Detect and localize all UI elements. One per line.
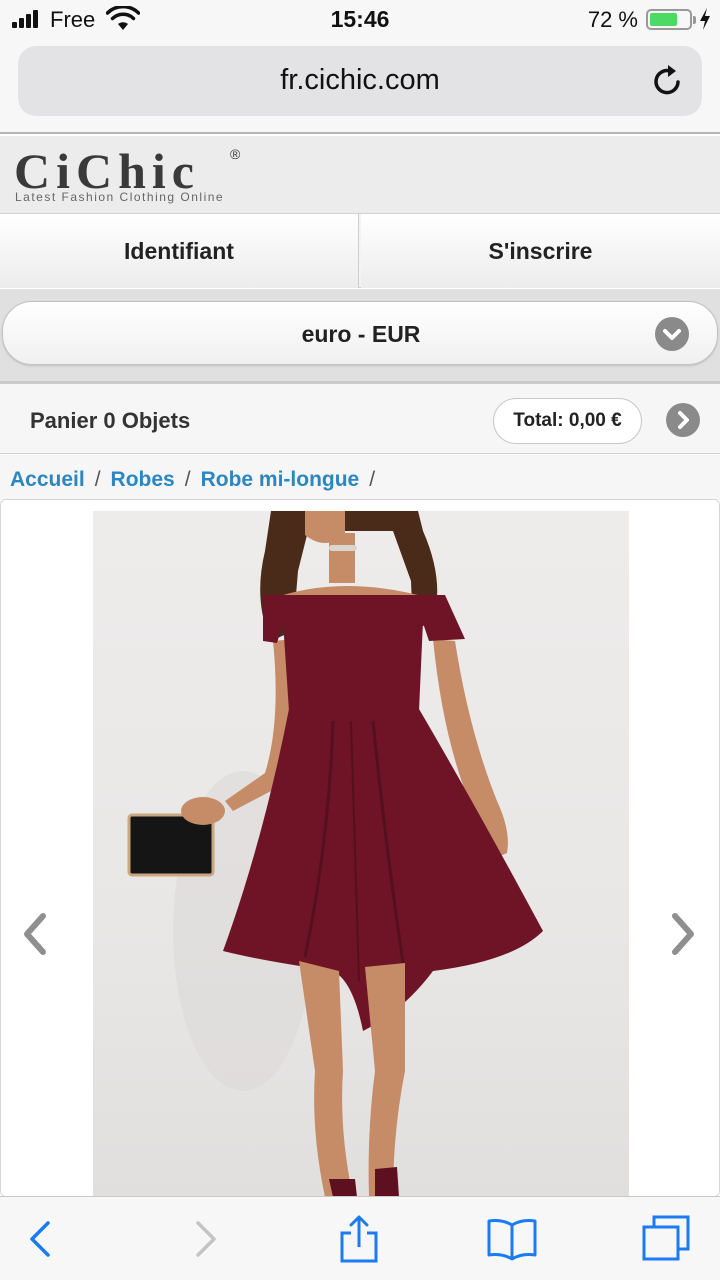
charging-icon — [700, 8, 710, 30]
bookmarks-icon[interactable] — [486, 1215, 538, 1263]
share-icon[interactable] — [333, 1215, 385, 1263]
chevron-left-icon[interactable] — [21, 912, 49, 956]
signup-button[interactable]: S'inscrire — [361, 214, 720, 288]
breadcrumb: Accueil / Robes / Robe mi-longue / — [0, 455, 720, 500]
forward-icon[interactable] — [178, 1215, 230, 1263]
back-icon[interactable] — [16, 1215, 68, 1263]
battery-percent: 72 % — [587, 7, 638, 32]
product-illustration — [127, 511, 543, 1197]
login-button[interactable]: Identifiant — [0, 214, 359, 288]
cart-total-badge[interactable]: Total: 0,00 € — [493, 398, 642, 444]
breadcrumb-separator: / — [94, 468, 101, 491]
currency-bar: euro - EUR — [0, 289, 720, 381]
browser-address-area: fr.cichic.com — [0, 40, 720, 134]
breadcrumb-midi-dress[interactable]: Robe mi-longue — [201, 468, 360, 491]
currency-value: euro - EUR — [301, 321, 421, 347]
breadcrumb-separator: / — [369, 468, 376, 491]
breadcrumb-dresses[interactable]: Robes — [111, 468, 175, 491]
site-header: CiChic ® Latest Fashion Clothing Online — [0, 136, 720, 214]
cart-label[interactable]: Panier 0 Objets — [30, 408, 190, 434]
cart-bar[interactable]: Panier 0 Objets Total: 0,00 € — [0, 381, 720, 454]
status-bar: Free 15:46 72 % — [0, 0, 720, 40]
tabs-icon[interactable] — [640, 1215, 692, 1263]
breadcrumb-home[interactable]: Accueil — [10, 468, 85, 491]
product-gallery — [0, 499, 720, 1197]
logo-tagline: Latest Fashion Clothing Online — [15, 190, 225, 204]
reload-icon[interactable] — [650, 62, 686, 100]
product-image[interactable] — [93, 511, 629, 1197]
auth-buttons: Identifiant S'inscrire — [0, 213, 720, 288]
chevron-right-icon[interactable] — [669, 912, 697, 956]
registered-mark: ® — [230, 146, 241, 162]
battery-icon — [646, 9, 696, 30]
chevron-down-icon[interactable] — [655, 317, 689, 351]
breadcrumb-separator: / — [184, 468, 191, 491]
currency-select[interactable]: euro - EUR — [2, 301, 718, 365]
browser-toolbar — [0, 1196, 720, 1280]
chevron-right-icon[interactable] — [666, 403, 700, 437]
address-bar[interactable]: fr.cichic.com — [18, 46, 702, 116]
url-text[interactable]: fr.cichic.com — [18, 64, 702, 97]
